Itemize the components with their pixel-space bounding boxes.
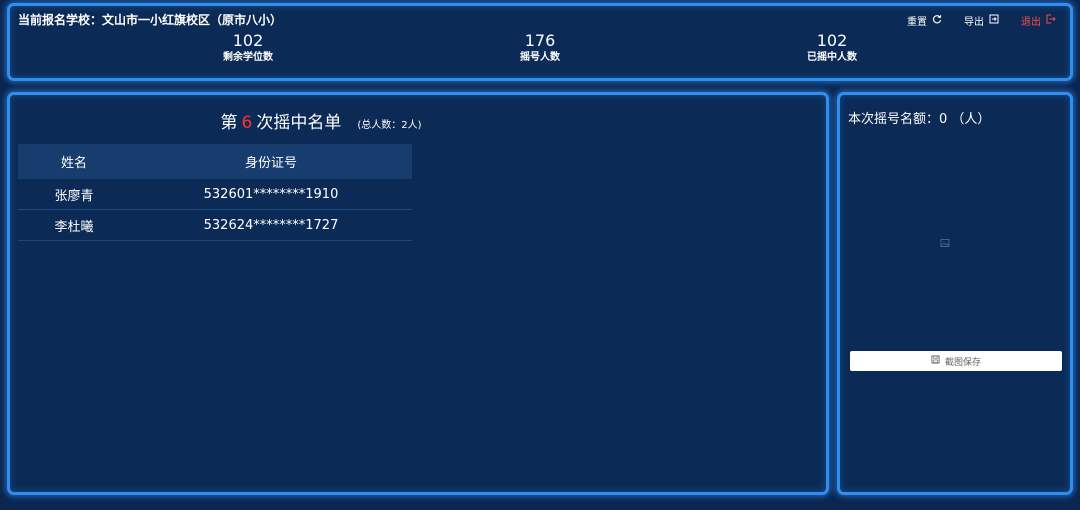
stat-drawn: 102 已摇中人数 — [772, 32, 892, 66]
table-header: 姓名 身份证号 — [18, 144, 412, 179]
stat-applicants: 176 摇号人数 — [480, 32, 600, 66]
round-number: 6 — [241, 113, 253, 133]
refresh-icon — [932, 14, 942, 27]
winner-list-panel: 第 6 次摇中名单 (总人数：2人) 姓名 身份证号 张廖青 532601******… — [7, 92, 829, 495]
reset-label: 重置 — [907, 17, 927, 28]
cell-name: 李杜曦 — [54, 219, 94, 235]
stat-label: 已摇中人数 — [807, 52, 857, 63]
title-prefix: 第 — [220, 113, 238, 133]
table-row: 李杜曦 532624********1727 — [18, 210, 412, 241]
logout-icon — [1046, 14, 1056, 27]
logout-button[interactable]: 退出 — [1021, 13, 1056, 28]
cell-name: 张廖青 — [54, 188, 94, 204]
save-icon — [931, 355, 940, 367]
stat-value: 102 — [232, 31, 264, 50]
reset-button[interactable]: 重置 — [907, 13, 942, 28]
total-count-note: (总人数：2人) — [357, 120, 422, 131]
cell-id: 532601********1910 — [203, 186, 339, 202]
list-title: 第 6 次摇中名单 (总人数：2人) — [10, 108, 832, 133]
stat-label: 摇号人数 — [520, 52, 560, 63]
header-actions: 重置 导出 退出 — [907, 13, 1056, 28]
stat-remaining-seats: 102 剩余学位数 — [188, 32, 308, 66]
school-title: 当前报名学校：文山市一小红旗校区（原市八小） — [18, 13, 283, 27]
column-header-name: 姓名 — [60, 156, 87, 171]
quota-label: 本次摇号名额：0 （人） — [848, 112, 991, 127]
image-placeholder-icon — [940, 233, 950, 247]
stat-value: 176 — [524, 31, 556, 50]
winner-table: 姓名 身份证号 张廖青 532601********1910 李杜曦 53262… — [18, 144, 412, 241]
export-button[interactable]: 导出 — [964, 13, 999, 28]
column-header-id: 身份证号 — [244, 156, 297, 171]
draw-quota-panel: 本次摇号名额：0 （人） 截图保存 — [837, 92, 1073, 495]
export-icon — [989, 14, 999, 27]
table-row: 张廖青 532601********1910 — [18, 179, 412, 210]
logout-label: 退出 — [1021, 17, 1041, 28]
stat-label: 剩余学位数 — [223, 52, 273, 63]
header-panel: 当前报名学校：文山市一小红旗校区（原市八小） 重置 导出 退出 102 剩余学位… — [7, 3, 1073, 81]
title-suffix: 次摇中名单 — [256, 113, 342, 133]
screenshot-save-button[interactable]: 截图保存 — [850, 351, 1062, 371]
save-button-label: 截图保存 — [944, 357, 981, 368]
stat-value: 102 — [816, 31, 848, 50]
export-label: 导出 — [964, 17, 984, 28]
cell-id: 532624********1727 — [203, 217, 339, 233]
